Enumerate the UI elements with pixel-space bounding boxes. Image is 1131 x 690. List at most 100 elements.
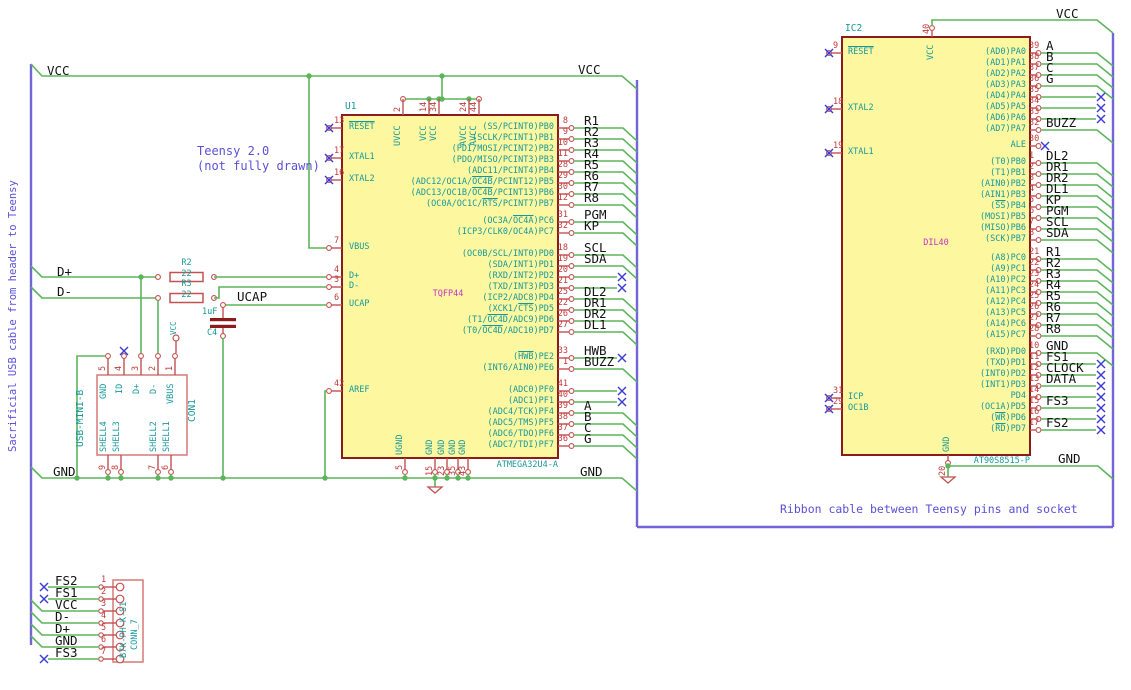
conn7-pin-number: 6: [101, 635, 107, 645]
conn7-pin-number: 4: [101, 611, 107, 621]
dplus-label: D+: [57, 264, 73, 279]
ic2-pin-name: (AD3)PA3: [985, 79, 1026, 90]
ic2-pin-number: 22: [1029, 258, 1040, 268]
pin-end-circle: [402, 469, 408, 475]
ucap-label: UCAP: [237, 289, 268, 304]
usb-pin-name: D+: [132, 383, 142, 394]
pin-end-circle: [1035, 333, 1042, 339]
u1-pin-name: (OC0B/SCL/INT0)PD0: [461, 248, 554, 259]
ic2-pin-number: 39: [1029, 41, 1040, 51]
ic2-pin-name: (A13)PC5: [985, 307, 1026, 318]
usb-pin-name: ID: [115, 383, 125, 394]
usb-pin-number: 7: [148, 465, 158, 471]
usb-pin-number: 9: [98, 465, 108, 471]
pin-end-circle: [98, 656, 104, 662]
u1-pin-number: 16: [334, 168, 345, 178]
u1-pin-name: (OC0A/OC1C/RTS/PCINT7)PB7: [426, 198, 554, 209]
ic2-pin-name: (A9)PC1: [990, 263, 1026, 274]
u1-pin-name: (TXD/INT3)PD3: [487, 281, 554, 292]
usb-pin-number: 3: [131, 365, 141, 371]
gnd-symbol: [939, 476, 957, 484]
note-teensy-line1: Teensy 2.0: [197, 144, 270, 158]
usb-pin-name: SHELL3: [112, 421, 122, 452]
r3-ref: R3: [181, 279, 192, 289]
ic2-pin-name: (INT0)PD2: [979, 368, 1026, 379]
pin-end-circle: [568, 158, 575, 164]
usb-pin-number: 6: [161, 465, 171, 471]
usb-pin-name: VBUS: [166, 383, 176, 405]
ic2-pin-number: 15: [1029, 396, 1040, 406]
pin-end-circle: [568, 169, 575, 175]
pin-end-circle: [1035, 171, 1042, 177]
pin-end-circle: [326, 274, 332, 280]
ic2-pin-number: 40: [922, 23, 932, 34]
u1-pin-name: (SCLK/PCINT1)PB1: [472, 132, 554, 143]
u1-pin-number: 44: [469, 101, 479, 112]
usb-pin-number: 2: [148, 365, 158, 371]
ic2-pin-name: (T1)PB1: [990, 167, 1026, 178]
vcc-label-right: VCC: [578, 62, 601, 77]
pin-end-circle: [168, 469, 174, 475]
ic2-pin-name: (SCK)PB7: [985, 233, 1026, 244]
usb-pin-number: 1: [165, 365, 175, 371]
ic2-pin-number: 12: [1029, 363, 1040, 373]
pin-end-circle: [568, 366, 575, 372]
pin-end-circle: [118, 469, 124, 475]
conn7-pin-number: 7: [101, 647, 107, 657]
ic2-pin-number: 33: [1029, 107, 1040, 117]
u1-pin-number: 4: [334, 265, 340, 275]
u1-pin-number: 6: [334, 293, 340, 303]
ic2-pin-name: (A12)PC4: [985, 296, 1026, 307]
ic2-vcc-wire: [931, 19, 1114, 34]
usb-pin-number: 5: [98, 365, 108, 371]
ic2-pin-number: 24: [1029, 280, 1040, 290]
u1-pin-name: (ADC7/TDI)PF7: [487, 439, 554, 450]
ic2-pin-name: (RD)PD7: [990, 423, 1026, 434]
pin-end-circle: [326, 302, 332, 308]
net-label: FS3: [1046, 393, 1069, 408]
u1-pin-name: (ADC4/TCK)PF4: [487, 406, 554, 417]
u1-pin-number: 43: [458, 465, 468, 476]
u1-pin-name: (ADC13/OC1B/OC4B/PCINT13)PB6: [410, 187, 554, 198]
pin-end-circle: [568, 355, 575, 361]
conn7-pin-number: 1: [101, 575, 107, 585]
pin-end-circle: [568, 443, 575, 449]
u1-pin-name: (ICP3/CLK0/OC4A)PC7: [456, 226, 554, 237]
ic2-ref: IC2: [845, 23, 863, 34]
ic2-part-name: AT90S8515-P: [973, 456, 1030, 466]
u1-pin-name: (ADC5/TMS)PF5: [487, 417, 554, 428]
pin-end-circle: [220, 333, 226, 339]
net-label: DATA: [1046, 371, 1077, 386]
pin-end-circle: [1035, 182, 1042, 188]
pin-end-circle: [568, 252, 575, 258]
pin-end-circle: [326, 388, 332, 394]
capacitor-plate[interactable]: [210, 318, 236, 322]
pin-end-circle: [1035, 193, 1042, 199]
gnd-label-left: GND: [53, 464, 76, 479]
u1-pin-number: 42: [334, 379, 345, 389]
u1-pin-number: 34: [429, 101, 439, 112]
pin-end-circle: [568, 202, 575, 208]
ic2-pin-number: 32: [1029, 118, 1040, 128]
ic2-pin-name: (TXD)PD1: [985, 357, 1026, 368]
ic2-pin-name: (AD2)PA2: [985, 68, 1026, 79]
u1-pin-name: (ADC12/OC1A/OC4B/PCINT12)PB5: [410, 176, 554, 187]
ic2-pin-name: (AD6)PA6: [985, 112, 1026, 123]
usb-pin-name: SHELL4: [99, 421, 109, 452]
ic2-pin-number: 10: [1029, 341, 1040, 351]
conn7-pin-number: 5: [101, 623, 107, 633]
pin-end-circle: [568, 421, 575, 427]
u1-pin-number: 3: [334, 275, 340, 285]
ic2-pin-number: 6: [1029, 206, 1035, 216]
ic2-pin-name: (AIN0)PB2: [979, 178, 1026, 189]
wire: [574, 368, 638, 383]
pin-end-circle: [568, 285, 575, 291]
u1-pin-number: 23: [437, 465, 447, 476]
pin-end-circle: [105, 353, 111, 359]
net-label: KP: [584, 218, 600, 233]
c4-value: 1uF: [202, 307, 218, 317]
ic2-pin-name: GND: [942, 436, 952, 452]
ic2-pin-name: (AIN1)PB3: [979, 189, 1026, 200]
ic2-pin-number: 13: [1029, 374, 1040, 384]
ic2-gnd-wire: [948, 465, 1114, 480]
